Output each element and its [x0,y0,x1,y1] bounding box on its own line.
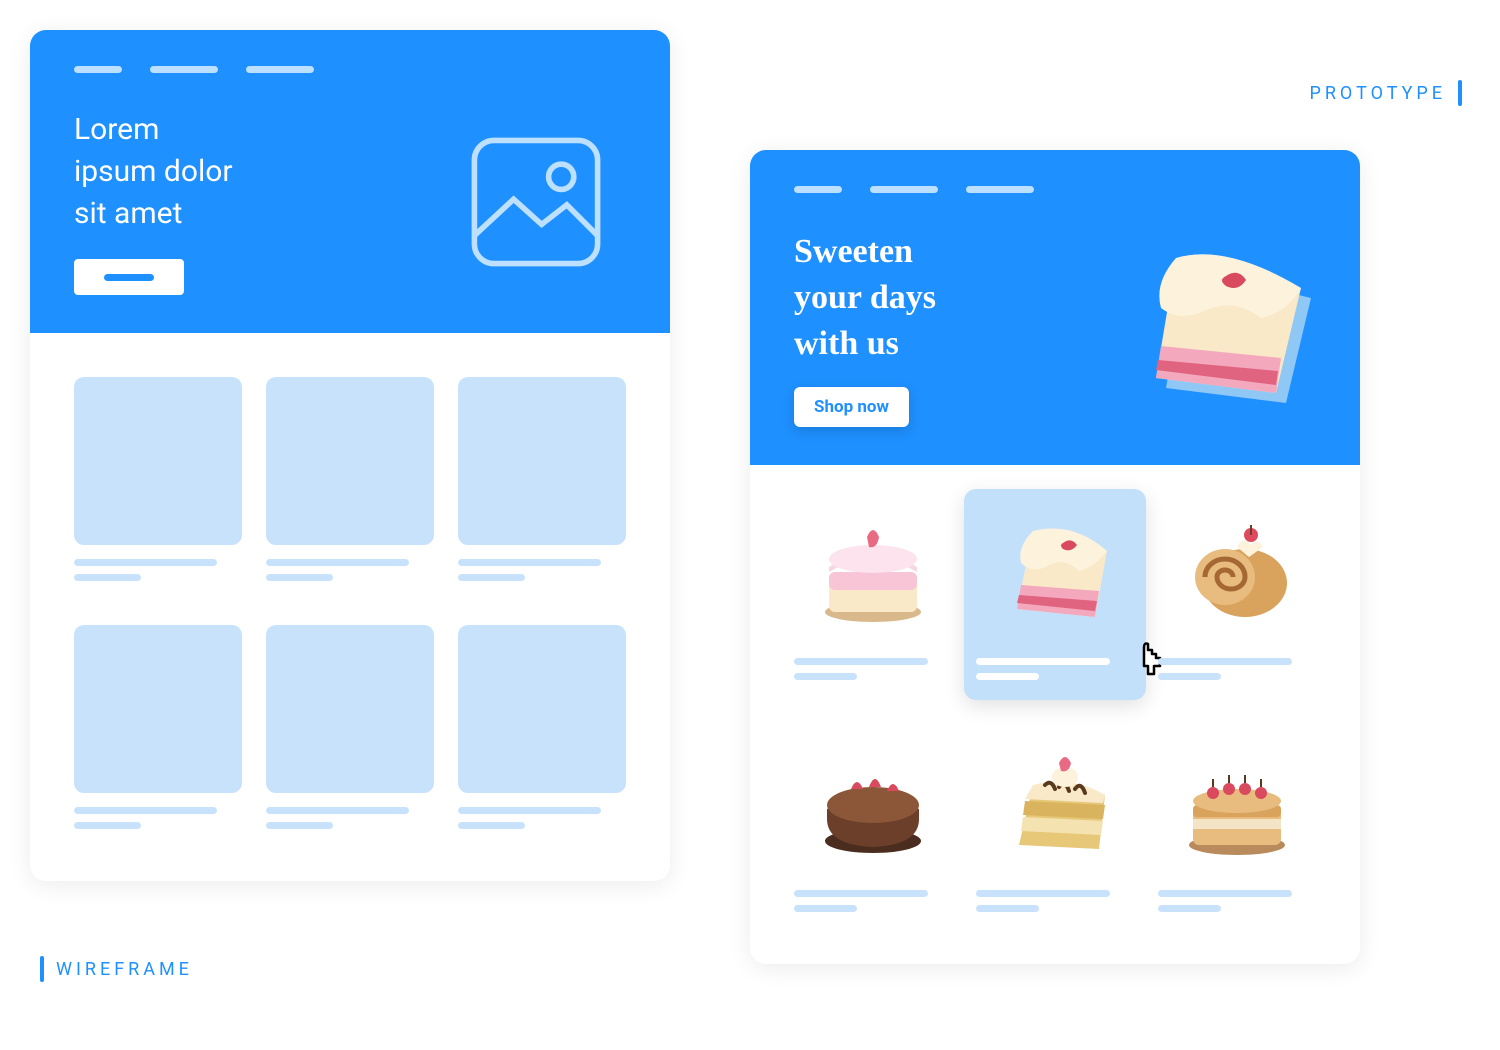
wireframe-label: WIREFRAME [40,956,193,982]
prototype-label: PROTOTYPE [1309,80,1462,106]
product-card-strawberry-cream-cake[interactable] [794,501,952,689]
product-card-placeholder[interactable] [458,377,626,589]
wireframe-panel: Lorem ipsum dolor sit amet [30,30,670,881]
product-card-cherry-layer-cake[interactable] [1158,732,1316,920]
prototype-nav [794,186,1316,193]
cake-slice-icon [995,517,1115,627]
prototype-label-text: PROTOTYPE [1309,83,1446,104]
nav-item-placeholder[interactable] [150,66,218,73]
product-card-placeholder[interactable] [266,625,434,837]
prototype-product-grid [750,465,1360,964]
chocolate-cake-icon [813,749,933,859]
image-placeholder-icon [466,132,606,272]
label-bar-icon [1458,80,1462,106]
label-bar-icon [40,956,44,982]
product-card-placeholder[interactable] [74,625,242,837]
wireframe-product-grid [30,333,670,881]
wireframe-nav [74,66,626,73]
product-image-placeholder [74,625,242,793]
swiss-roll-icon [1177,517,1297,627]
product-card-layered-sponge[interactable] [976,732,1134,920]
cake-slice-hero-icon [1106,238,1326,418]
layered-sponge-icon [995,749,1115,859]
nav-item-placeholder[interactable] [794,186,842,193]
wireframe-label-text: WIREFRAME [56,959,193,980]
nav-item-placeholder[interactable] [870,186,938,193]
wireframe-hero: Lorem ipsum dolor sit amet [30,30,670,333]
product-image-placeholder [266,625,434,793]
product-image-placeholder [266,377,434,545]
nav-item-placeholder[interactable] [74,66,122,73]
nav-item-placeholder[interactable] [966,186,1034,193]
nav-item-placeholder[interactable] [246,66,314,73]
shop-now-button[interactable]: Shop now [794,387,909,427]
product-card-swiss-roll[interactable] [1158,501,1316,689]
product-card-chocolate-strawberry-cake[interactable] [794,732,952,920]
cherry-cake-icon [1177,749,1297,859]
product-image-placeholder [458,625,626,793]
product-card-placeholder[interactable] [266,377,434,589]
wireframe-hero-text: Lorem ipsum dolor sit amet [74,109,233,235]
prototype-hero: Sweeten your days with us Shop now [750,150,1360,465]
wireframe-cta-button[interactable] [74,259,184,295]
prototype-panel: Sweeten your days with us Shop now [750,150,1360,964]
product-card-placeholder[interactable] [458,625,626,837]
prototype-hero-text: Sweeten your days with us [794,229,936,367]
product-image-placeholder [74,377,242,545]
product-card-placeholder[interactable] [74,377,242,589]
product-image-placeholder [458,377,626,545]
product-card-strawberry-slice[interactable] [964,489,1146,701]
cake-icon [813,517,933,627]
